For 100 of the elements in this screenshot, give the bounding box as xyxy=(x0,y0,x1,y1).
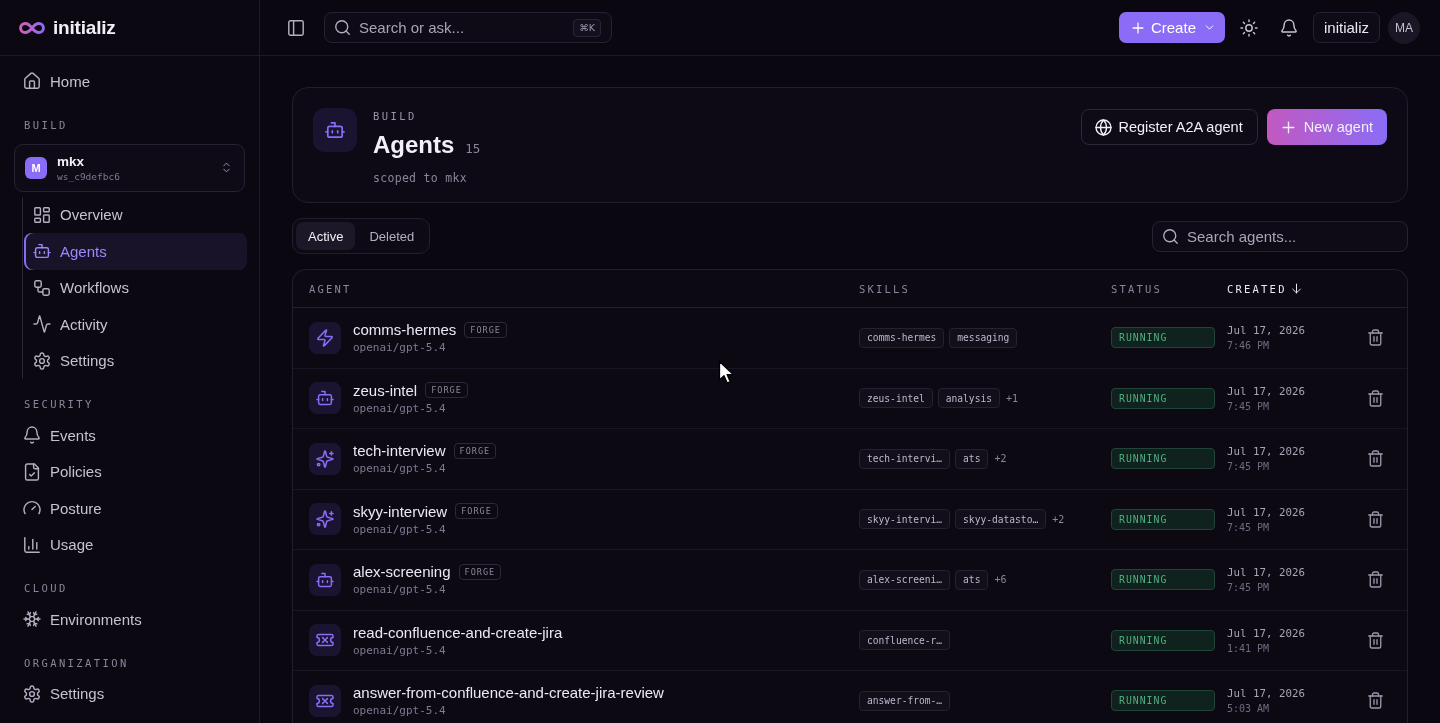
more-skills-count: +6 xyxy=(994,574,1007,586)
section-label: BUILD xyxy=(24,117,68,133)
nav-item[interactable]: Usage xyxy=(12,526,247,563)
agent-name: skyy-interview xyxy=(353,502,448,520)
more-skills-count: +1 xyxy=(1006,392,1019,404)
created-time: 7:45 PM xyxy=(1227,400,1270,412)
bell-icon xyxy=(24,427,40,444)
agent-name: tech-interview xyxy=(353,442,446,460)
robot-icon xyxy=(313,108,357,152)
trash-icon xyxy=(1367,451,1383,467)
created-date: Jul 17, 2026 xyxy=(1227,324,1305,338)
column-header: SKILLS xyxy=(859,282,911,295)
create-button[interactable]: Create xyxy=(1118,12,1225,43)
snowflake-icon xyxy=(24,611,40,628)
skill-tag: comms-hermes xyxy=(859,327,945,348)
app-name: initializ xyxy=(53,16,116,39)
nav-item[interactable]: Settings xyxy=(12,675,247,712)
status-badge: RUNNING xyxy=(1111,387,1215,409)
created-time: 7:45 PM xyxy=(1227,461,1270,473)
section-label: SECURITY xyxy=(24,397,94,412)
chevron-down-icon xyxy=(1204,22,1215,33)
nav-item[interactable]: Agents xyxy=(24,233,247,270)
register-agent-button[interactable]: Register A2A agent xyxy=(1080,109,1258,145)
skill-tag: confluence-r… xyxy=(859,630,951,651)
scope-subtitle: scoped to mkx xyxy=(373,170,467,186)
workspace-button[interactable]: initializ xyxy=(1313,12,1380,43)
created-date: Jul 17, 2026 xyxy=(1227,384,1305,398)
skill-tag: analysis xyxy=(937,388,1000,409)
more-skills-count: +2 xyxy=(994,453,1007,465)
created-date: Jul 17, 2026 xyxy=(1227,566,1305,580)
delete-button[interactable] xyxy=(1367,693,1383,709)
column-header: STATUS xyxy=(1111,282,1163,295)
skill-tag: skyy-intervi… xyxy=(859,509,951,530)
created-time: 7:45 PM xyxy=(1227,582,1270,594)
created-date: Jul 17, 2026 xyxy=(1227,505,1305,519)
nav-item[interactable]: Settings xyxy=(24,342,247,379)
nav-item[interactable]: Posture xyxy=(12,490,247,527)
sun-icon[interactable] xyxy=(1241,19,1257,36)
search-icon xyxy=(1163,228,1178,244)
created-time: 7:46 PM xyxy=(1227,340,1270,352)
skill-tag: zeus-intel xyxy=(859,388,933,409)
plus-icon xyxy=(1280,119,1296,135)
nav-item[interactable]: Events xyxy=(12,417,247,454)
column-header[interactable]: CREATED xyxy=(1227,282,1302,295)
sparkles-icon xyxy=(309,442,341,475)
nav-item[interactable]: Activity xyxy=(24,306,247,343)
agent-name: zeus-intel xyxy=(353,381,418,399)
sparkles-icon xyxy=(309,503,341,536)
tab[interactable]: Active xyxy=(296,222,356,250)
delete-button[interactable] xyxy=(1367,632,1383,648)
lightning-bolt-icon xyxy=(309,321,341,354)
delete-button[interactable] xyxy=(1367,572,1383,588)
workspace-selector[interactable]: M mkx ws_c9defbc6 xyxy=(14,143,245,192)
ticket-icon xyxy=(309,684,341,717)
delete-button[interactable] xyxy=(1367,330,1383,346)
section-label: ORGANIZATION xyxy=(24,655,129,671)
infinity-logo-icon xyxy=(20,21,44,34)
agent-tag: FORGE xyxy=(458,563,502,580)
workflow-icon xyxy=(34,279,50,296)
trash-icon xyxy=(1367,693,1383,709)
tab[interactable]: Deleted xyxy=(357,222,427,250)
delete-button[interactable] xyxy=(1367,511,1383,527)
robot-icon xyxy=(309,563,341,596)
agent-count: 15 xyxy=(465,140,481,158)
bell-icon[interactable] xyxy=(1281,19,1297,36)
nav-item[interactable]: Policies xyxy=(12,453,247,490)
globe-icon xyxy=(1095,119,1111,135)
ticket-icon xyxy=(309,624,341,657)
model-name: openai/gpt-5.4 xyxy=(353,522,446,536)
section-label: CLOUD xyxy=(24,581,68,596)
file-check-icon xyxy=(24,463,40,480)
agent-name: answer-from-confluence-and-create-jira-review xyxy=(353,684,664,702)
plus-icon xyxy=(1130,20,1145,35)
search-field[interactable]: Search agents... xyxy=(1152,220,1408,252)
skill-tag: tech-intervi… xyxy=(859,448,951,469)
nav-item[interactable]: Workflows xyxy=(24,269,247,306)
status-badge: RUNNING xyxy=(1111,327,1215,349)
chevron-up-down-icon xyxy=(221,161,232,174)
skill-tag: skyy-datasto… xyxy=(955,509,1047,530)
settings-icon xyxy=(24,685,40,702)
nav-item[interactable]: Home xyxy=(12,63,247,100)
sidebar-panel-icon[interactable] xyxy=(288,19,304,36)
skill-tag: alex-screeni… xyxy=(859,569,951,590)
trash-icon xyxy=(1367,572,1383,588)
agent-tag: FORGE xyxy=(425,382,468,399)
user-avatar[interactable]: MA xyxy=(1388,11,1420,44)
settings-icon xyxy=(34,352,50,369)
robot-icon xyxy=(309,382,341,415)
nav-item[interactable]: Environments xyxy=(12,601,247,638)
model-name: openai/gpt-5.4 xyxy=(353,401,446,415)
skill-tag: ats xyxy=(955,569,989,590)
delete-button[interactable] xyxy=(1367,390,1383,406)
nav-item[interactable]: Overview xyxy=(24,196,247,233)
page-title: Agents xyxy=(373,130,455,160)
status-badge: RUNNING xyxy=(1111,629,1215,651)
skill-tag: messaging xyxy=(949,327,1018,348)
status-badge: RUNNING xyxy=(1111,508,1215,530)
mouse-pointer-icon xyxy=(718,360,736,385)
status-badge: RUNNING xyxy=(1111,448,1215,470)
delete-button[interactable] xyxy=(1367,451,1383,467)
